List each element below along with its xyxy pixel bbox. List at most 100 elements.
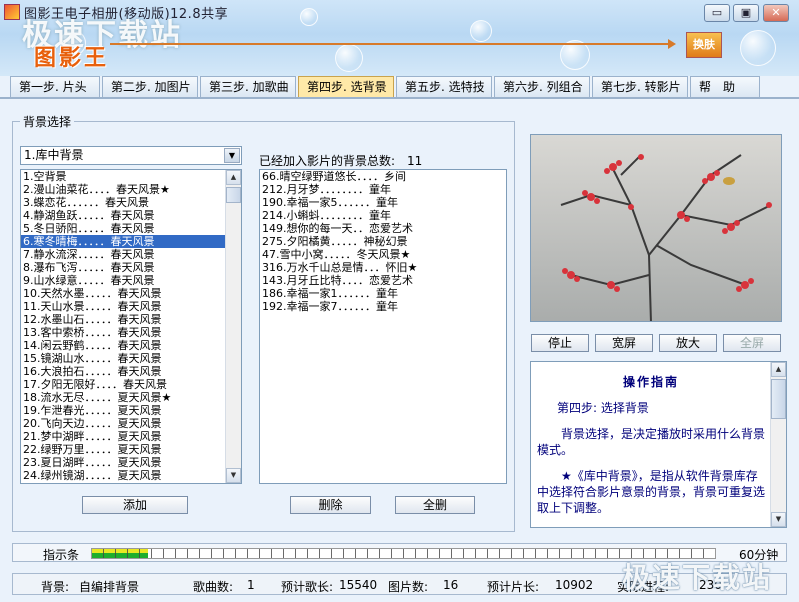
added-background-list[interactable]: 66.晴空绿野道悠长．．．．乡间 212.月牙梦．．．．．．．．童年 190.幸福一… <box>259 169 507 484</box>
status-songs-label: 歌曲数: <box>193 580 234 594</box>
added-item[interactable]: 214.小蝌蚪．．．．．．．．童年 <box>260 209 506 222</box>
scroll-thumb[interactable] <box>226 187 241 203</box>
library-item[interactable]: 24.绿州镜湖．．．．．夏天风景 <box>21 469 241 482</box>
library-item[interactable]: 3.蝶恋花．．．．．．春天风景 <box>21 196 241 209</box>
guide-title: 操作指南 <box>622 375 679 389</box>
preview-image <box>531 135 781 321</box>
library-item[interactable]: 9.山水绿意．．．．．春天风景 <box>21 274 241 287</box>
status-film-length-label: 预计片长: <box>487 580 540 594</box>
added-item[interactable]: 66.晴空绿野道悠长．．．．乡间 <box>260 170 506 183</box>
library-item[interactable]: 10.天然水墨．．．．．春天风景 <box>21 287 241 300</box>
tab-step4[interactable]: 第四步. 选背景 <box>298 76 394 97</box>
library-item[interactable]: 6.寒冬晴梅．．．．．春天风景 <box>21 235 241 248</box>
minimize-button[interactable]: ▭ <box>704 4 730 22</box>
status-images-value: 16 <box>443 578 459 592</box>
scroll-up-icon[interactable]: ▲ <box>771 362 786 377</box>
guide-scrollbar[interactable]: ▲ ▼ <box>770 362 786 527</box>
status-film-length-value: 10902 <box>555 578 594 592</box>
library-item[interactable]: 23.夏日湖畔．．．．．夏天风景 <box>21 456 241 469</box>
decor-bubble <box>335 44 363 72</box>
tab-help[interactable]: 帮 助 <box>690 76 760 97</box>
library-item[interactable]: 20.飞向天边．．．．．夏天风景 <box>21 417 241 430</box>
library-item[interactable]: 18.流水无尽．．．．．夏天风景★ <box>21 391 241 404</box>
zoom-button[interactable]: 放大 <box>659 334 717 352</box>
library-item[interactable]: 7.静水流深．．．．．春天风景 <box>21 248 241 261</box>
library-item[interactable]: 12.水墨山石．．．．．春天风景 <box>21 313 241 326</box>
added-item[interactable]: 212.月牙梦．．．．．．．．童年 <box>260 183 506 196</box>
stop-button[interactable]: 停止 <box>531 334 589 352</box>
chevron-down-icon[interactable]: ▼ <box>224 148 240 163</box>
library-scrollbar[interactable]: ▲ ▼ <box>225 170 241 483</box>
add-button[interactable]: 添加 <box>82 496 188 514</box>
app-icon <box>4 4 20 20</box>
title-banner: 图影王电子相册(移动版)12.8共享 极速下载站 图影王 换肤 ▭ ▣ ✕ <box>0 0 799 76</box>
status-images-label: 图片数: <box>388 580 429 594</box>
background-library-list[interactable]: 1.空背景 2.漫山油菜花．．．．春天风景★ 3.蝶恋花．．．．．．春天风景 4.静湖… <box>20 169 242 484</box>
added-item[interactable]: 47.雪中小窝．．．．．冬天风景★ <box>260 248 506 261</box>
library-item[interactable]: 13.客中索桥．．．．．春天风景 <box>21 326 241 339</box>
library-item[interactable]: 1.空背景 <box>21 170 241 183</box>
library-item[interactable]: 11.天山水景．．．．．春天风景 <box>21 300 241 313</box>
added-count-label: 已经加入影片的背景总数: 11 <box>259 152 422 169</box>
library-item[interactable]: 21.梦中湖畔．．．．．夏天风景 <box>21 430 241 443</box>
scroll-down-icon[interactable]: ▼ <box>771 512 786 527</box>
status-song-length-value: 15540 <box>339 578 378 592</box>
tab-step5[interactable]: 第五步. 选特技 <box>396 76 492 97</box>
library-item[interactable]: 5.冬日骄阳．．．．．春天风景 <box>21 222 241 235</box>
indicator-label: 指示条 <box>43 548 80 562</box>
decor-bubble <box>470 20 492 42</box>
scroll-up-icon[interactable]: ▲ <box>226 170 241 185</box>
banner-divider <box>110 39 676 49</box>
library-item[interactable]: 19.乍泄春光．．．．．夏天风景 <box>21 404 241 417</box>
library-item[interactable]: 8.瀑布飞泻．．．．．春天风景 <box>21 261 241 274</box>
background-group-title: 背景选择 <box>20 113 75 130</box>
status-background-value: 自编排背景 <box>79 580 140 594</box>
fullscreen-button[interactable]: 全屏 <box>723 334 781 352</box>
library-item[interactable]: 14.闲云野鹤．．．．．春天风景 <box>21 339 241 352</box>
guide-content: 操作指南 第四步: 选择背景 背景选择，是决定播放时采用什么背景模式。 ★《库中… <box>531 362 771 526</box>
added-count-value: 11 <box>407 154 423 168</box>
scroll-thumb[interactable] <box>771 379 786 419</box>
added-item[interactable]: 192.幸福一家7．．．．．．童年 <box>260 300 506 313</box>
delete-button[interactable]: 删除 <box>290 496 371 514</box>
operation-guide: 操作指南 第四步: 选择背景 背景选择，是决定播放时采用什么背景模式。 ★《库中… <box>530 361 787 528</box>
library-item[interactable]: 2.漫山油菜花．．．．春天风景★ <box>21 183 241 196</box>
library-item[interactable]: 15.镜湖山水．．．．．春天风景 <box>21 352 241 365</box>
delete-all-button[interactable]: 全删 <box>395 496 475 514</box>
library-rows: 1.空背景 2.漫山油菜花．．．．春天风景★ 3.蝶恋花．．．．．．春天风景 4.静湖… <box>21 170 241 482</box>
added-item[interactable]: 186.幸福一家1．．．．．．童年 <box>260 287 506 300</box>
status-songs-value: 1 <box>247 578 255 592</box>
background-source-value: 1.库中背景 <box>24 148 84 162</box>
added-rows: 66.晴空绿野道悠长．．．．乡间 212.月牙梦．．．．．．．．童年 190.幸福一… <box>260 170 506 313</box>
widescreen-button[interactable]: 宽屏 <box>595 334 653 352</box>
added-item[interactable]: 190.幸福一家5．．．．．．童年 <box>260 196 506 209</box>
added-count-text: 已经加入影片的背景总数: <box>259 154 396 168</box>
background-source-select[interactable]: 1.库中背景 ▼ <box>20 146 242 165</box>
scroll-down-icon[interactable]: ▼ <box>226 468 241 483</box>
watermark-bottom: 极速下载站 <box>622 561 773 594</box>
app-logo: 图影王 <box>34 46 110 71</box>
added-item[interactable]: 149.想你的每一天．．恋爱艺术 <box>260 222 506 235</box>
tab-step1[interactable]: 第一步. 片头 <box>10 76 100 97</box>
tab-step6[interactable]: 第六步. 列组合 <box>494 76 590 97</box>
background-preview <box>530 134 782 322</box>
decor-bubble <box>740 30 776 66</box>
tab-step7[interactable]: 第七步. 转影片 <box>592 76 688 97</box>
added-item[interactable]: 275.夕阳橘黄．．．．．神秘幻景 <box>260 235 506 248</box>
tab-step2[interactable]: 第二步. 加图片 <box>102 76 198 97</box>
added-item[interactable]: 143.月牙丘比特．．．．恋爱艺术 <box>260 274 506 287</box>
tab-step3[interactable]: 第三步. 加歌曲 <box>200 76 296 97</box>
added-item[interactable]: 316.万水千山总是情．．．怀旧★ <box>260 261 506 274</box>
restore-button[interactable]: ▣ <box>733 4 759 22</box>
guide-paragraph-2: ★《库中背景》，是指从软件背景库存中选择符合影片意景的背景，背景可重复选取上下调… <box>537 469 766 515</box>
library-item[interactable]: 17.夕阳无限好．．．．春天风景 <box>21 378 241 391</box>
guide-step: 第四步: 选择背景 <box>557 401 649 415</box>
library-item[interactable]: 22.绿野万里．．．．．夏天风景 <box>21 443 241 456</box>
skin-button[interactable]: 换肤 <box>686 32 722 58</box>
guide-paragraph-1: 背景选择，是决定播放时采用什么背景模式。 <box>537 427 766 457</box>
library-item[interactable]: 4.静湖鱼跃．．．．．春天风景 <box>21 209 241 222</box>
close-button[interactable]: ✕ <box>763 4 789 22</box>
library-item[interactable]: 16.大浪拍石．．．．．春天风景 <box>21 365 241 378</box>
status-background-label: 背景: <box>41 580 70 594</box>
step-tabs: 第一步. 片头 第二步. 加图片 第三步. 加歌曲 第四步. 选背景 第五步. … <box>10 76 762 98</box>
